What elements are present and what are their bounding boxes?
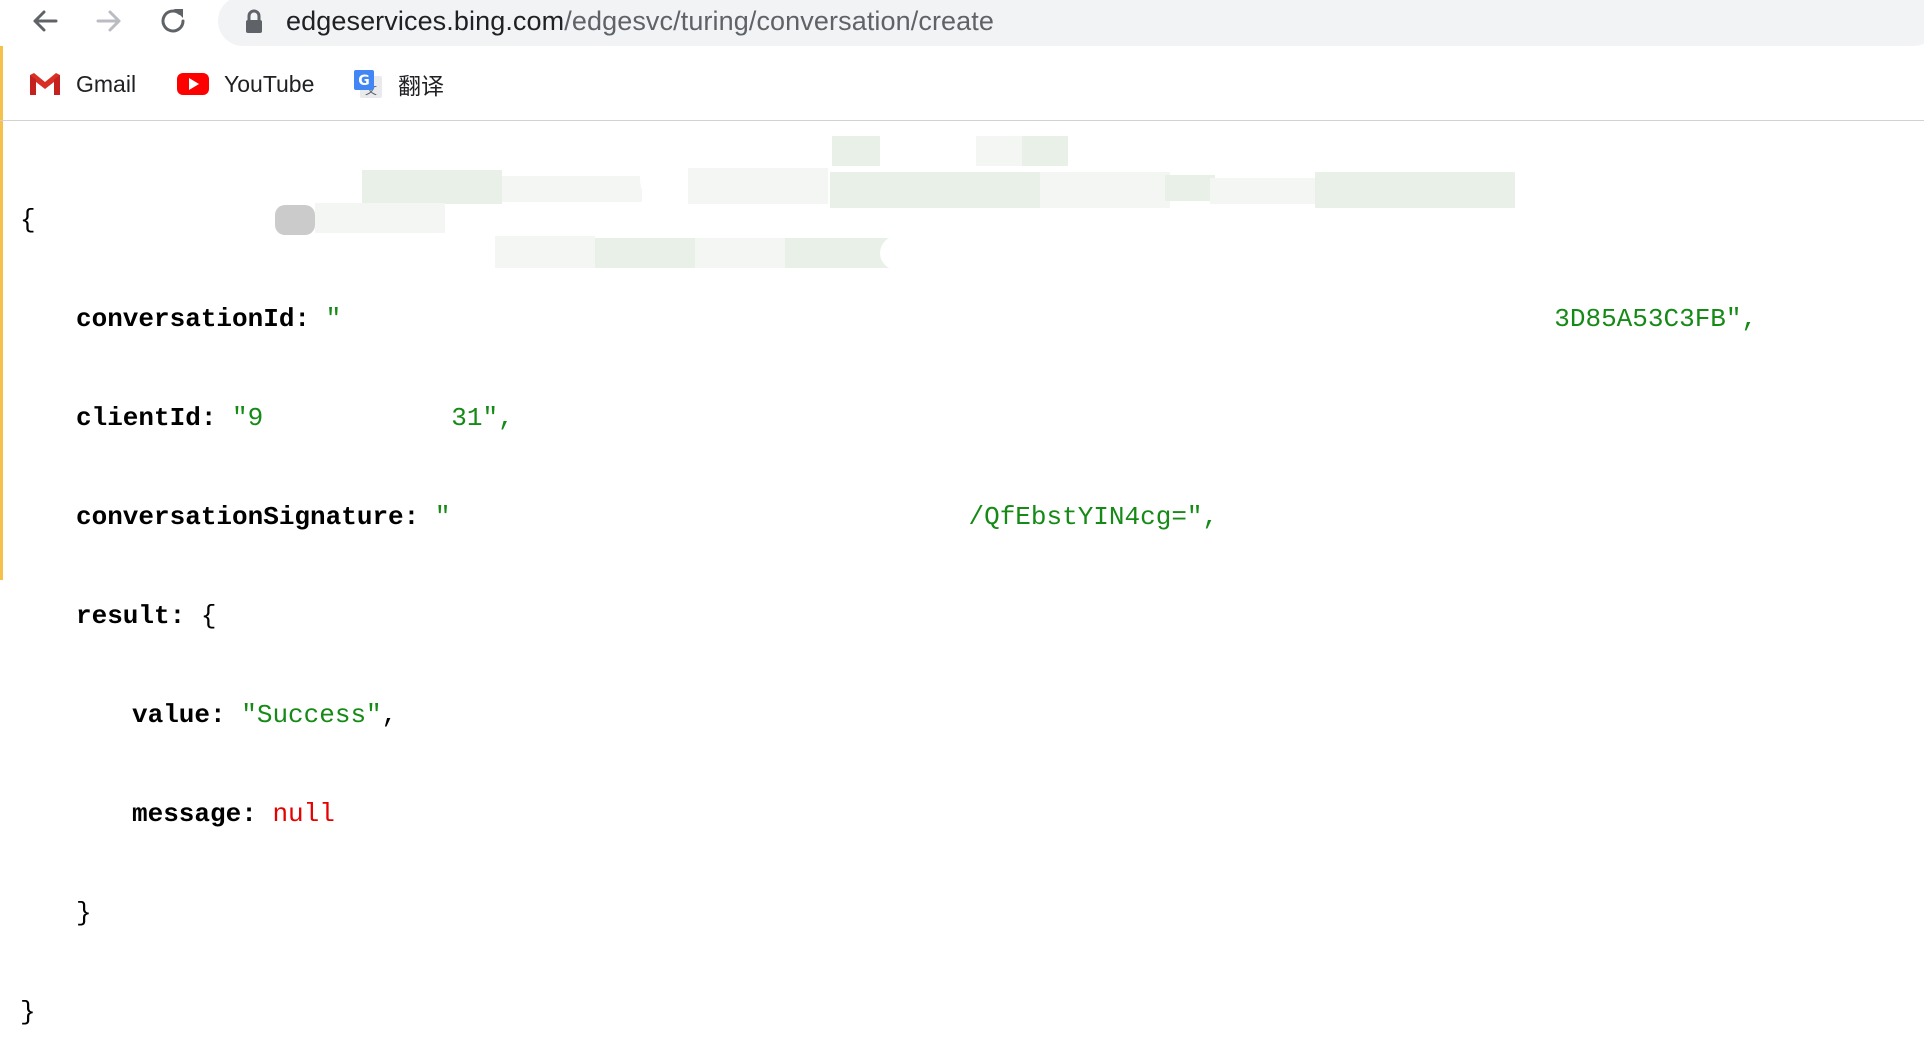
json-string-value: " — [325, 304, 342, 334]
json-key: conversationId: — [76, 304, 311, 334]
json-line-signature: conversationSignature: " /QfEbstYIN4cg=", — [20, 501, 1757, 534]
back-button[interactable] — [22, 0, 68, 42]
json-key: message: — [132, 799, 257, 829]
url-text[interactable]: edgeservices.bing.com/edgesvc/turing/con… — [286, 6, 994, 36]
json-null-value: null — [272, 799, 335, 829]
json-line-value: value: "Success", — [20, 699, 1757, 732]
lock-icon[interactable] — [244, 9, 264, 35]
json-key: clientId: — [76, 403, 217, 433]
close-brace: } — [20, 997, 36, 1027]
arrow-right-icon — [96, 10, 121, 32]
json-string-value: 31", — [451, 403, 514, 433]
json-key: conversationSignature: — [76, 502, 420, 532]
json-string-value: /QfEbstYIN4cg=", — [968, 502, 1219, 532]
json-key: value: — [132, 700, 226, 730]
browser-toolbar: edgeservices.bing.com/edgesvc/turing/con… — [0, 0, 1924, 46]
url-host: edgeservices.bing.com — [286, 6, 565, 36]
gmail-icon — [29, 73, 61, 95]
json-line-client-id: clientId: "9 31", — [20, 402, 1757, 435]
bookmark-label: 翻译 — [398, 73, 444, 99]
forward-button[interactable] — [86, 0, 132, 42]
json-line-result: result: { — [20, 600, 1757, 633]
json-line-message: message: null — [20, 798, 1757, 831]
bookmark-gmail[interactable]: Gmail — [28, 62, 136, 106]
json-line: } — [20, 996, 1757, 1029]
json-string-value: "9 — [232, 403, 264, 433]
json-string-value: " — [434, 502, 451, 532]
result-open-brace: { — [200, 601, 217, 631]
result-close-brace: } — [76, 898, 92, 928]
json-line: } — [20, 897, 1757, 930]
bookmarks-bar: Gmail YouTube 文 G 翻译 — [0, 62, 1924, 106]
arrow-left-icon — [33, 10, 58, 32]
bookmark-translate[interactable]: 文 G 翻译 — [352, 62, 444, 106]
json-key: result: — [76, 601, 186, 631]
bookmark-label: Gmail — [76, 70, 137, 97]
youtube-icon — [177, 73, 209, 95]
json-string-value: "Success" — [241, 700, 382, 730]
bookmark-label: YouTube — [224, 70, 315, 97]
json-string-value: 3D85A53C3FB", — [1554, 304, 1758, 334]
svg-text:G: G — [358, 73, 370, 89]
reload-button[interactable] — [150, 0, 196, 42]
bookmark-youtube[interactable]: YouTube — [176, 62, 314, 106]
json-viewer: { conversationId: " 3D85A53C3FB", clientI… — [20, 138, 1757, 1062]
open-brace: { — [20, 205, 36, 235]
json-line-conversation-id: conversationId: " 3D85A53C3FB", — [20, 303, 1757, 336]
url-path: /edgesvc/turing/conversation/create — [564, 6, 994, 36]
comma: , — [381, 700, 398, 730]
reload-icon — [161, 9, 185, 33]
toolbar-divider — [0, 120, 1924, 121]
google-translate-icon: 文 G — [354, 70, 382, 98]
